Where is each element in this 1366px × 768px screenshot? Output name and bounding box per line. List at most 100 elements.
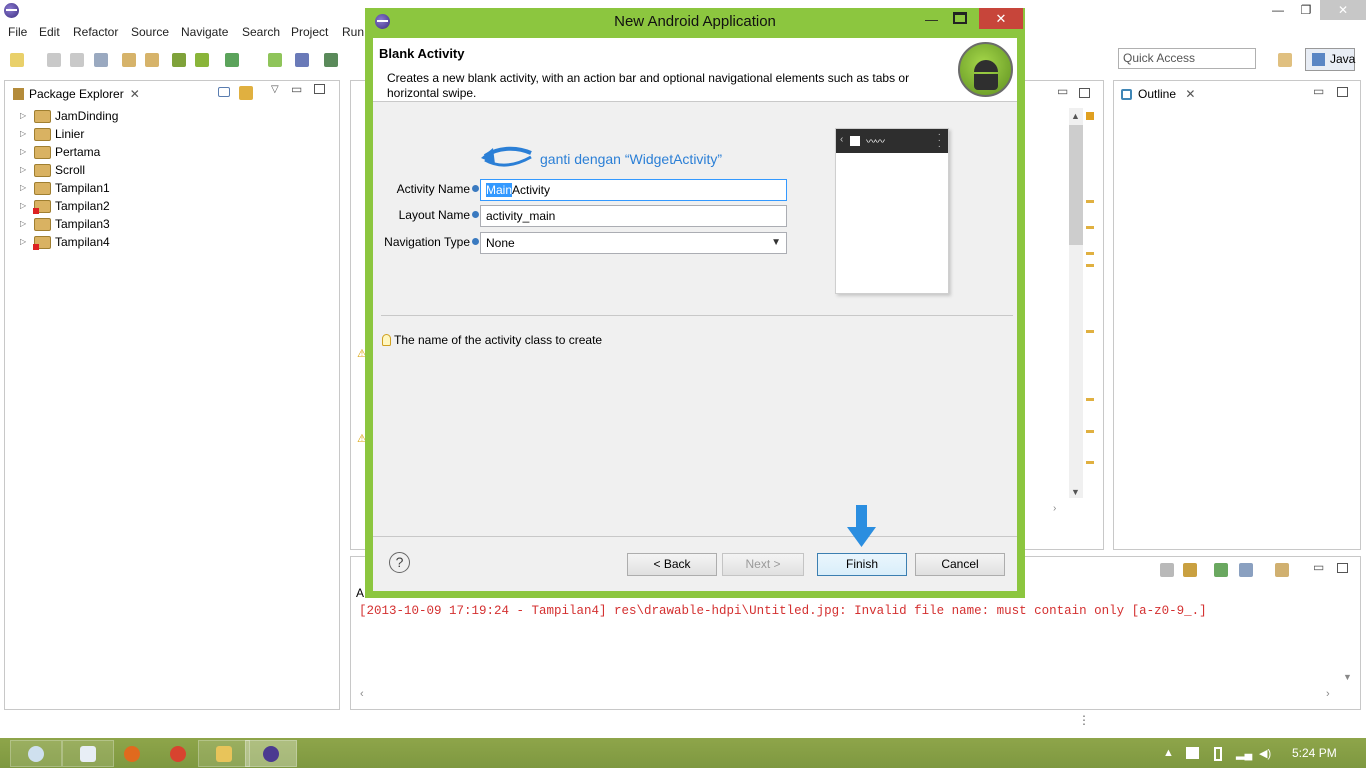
menu-file[interactable]: File	[8, 25, 27, 39]
expand-icon[interactable]: ▷	[20, 183, 28, 193]
editor-scrollbar-thumb[interactable]	[1069, 125, 1083, 245]
print-icon[interactable]	[94, 53, 108, 67]
battery-icon[interactable]	[1214, 747, 1222, 761]
tree-item-tampilan2[interactable]: ▷ Tampilan2	[20, 199, 110, 216]
avd-manager-icon[interactable]	[195, 53, 209, 67]
expand-icon[interactable]: ▷	[20, 219, 28, 229]
open-resource-icon[interactable]	[145, 53, 159, 67]
expand-icon[interactable]: ▷	[20, 111, 28, 121]
open-type-icon[interactable]	[122, 53, 136, 67]
package-explorer-tab[interactable]: Package Explorer ✕	[8, 83, 140, 105]
maximize-view-icon[interactable]	[1337, 563, 1348, 573]
scroll-down-icon[interactable]: ▼	[1071, 487, 1080, 497]
warning-marker[interactable]	[1086, 252, 1094, 255]
skip-breakpoints-icon[interactable]	[295, 53, 309, 67]
activity-name-input[interactable]: MainActivity	[480, 179, 787, 201]
maximize-view-icon[interactable]	[314, 84, 325, 94]
debug-icon[interactable]	[324, 53, 338, 67]
pin-console-icon[interactable]	[1214, 563, 1228, 577]
restore-icon[interactable]: ❐	[1292, 0, 1320, 20]
maximize-icon[interactable]	[953, 12, 967, 24]
taskbar-app[interactable]	[10, 740, 62, 767]
warning-marker[interactable]	[1086, 398, 1094, 401]
tree-item-linier[interactable]: ▷ Linier	[20, 127, 84, 144]
chrome-icon[interactable]	[152, 740, 204, 767]
save-icon[interactable]	[47, 53, 61, 67]
minimize-view-icon[interactable]: ▭	[1313, 560, 1324, 574]
tree-item-scroll[interactable]: ▷ Scroll	[20, 163, 85, 180]
menu-refactor[interactable]: Refactor	[73, 25, 118, 39]
close-icon[interactable]: ✕	[1185, 87, 1195, 101]
network-icon[interactable]: ▂▄	[1236, 747, 1252, 760]
warning-marker[interactable]	[1086, 330, 1094, 333]
tree-item-tampilan4[interactable]: ▷ Tampilan4	[20, 235, 110, 252]
eclipse-app-icon[interactable]	[4, 3, 19, 18]
minimize-icon[interactable]: —	[1264, 0, 1292, 20]
new-android-project-icon[interactable]	[268, 53, 282, 67]
volume-icon[interactable]: ◀)	[1259, 747, 1271, 760]
file-explorer-icon[interactable]	[198, 740, 250, 767]
expand-icon[interactable]: ▷	[20, 201, 28, 211]
navigation-type-select[interactable]: None ▼	[480, 232, 787, 254]
menu-source[interactable]: Source	[131, 25, 169, 39]
tree-item-tampilan1[interactable]: ▷ Tampilan1	[20, 181, 110, 198]
show-hidden-icons-icon[interactable]: ▲	[1163, 747, 1175, 759]
warning-marker[interactable]	[1086, 461, 1094, 464]
tree-item-pertama[interactable]: ▷ Pertama	[20, 145, 100, 162]
close-icon[interactable]: ✕	[1320, 0, 1366, 20]
tree-item-tampilan3[interactable]: ▷ Tampilan3	[20, 217, 110, 234]
collapse-all-icon[interactable]	[218, 87, 230, 97]
open-perspective-icon[interactable]	[1278, 53, 1292, 67]
minimize-icon[interactable]: —	[925, 12, 941, 27]
clock[interactable]: 5:24 PM	[1292, 746, 1337, 760]
warning-marker[interactable]	[1086, 430, 1094, 433]
menu-navigate[interactable]: Navigate	[181, 25, 228, 39]
cancel-button[interactable]: Cancel	[915, 553, 1005, 576]
eclipse-taskbar-icon[interactable]	[245, 740, 297, 767]
next-button[interactable]: Next >	[722, 553, 804, 576]
scroll-right-icon[interactable]: ›	[1053, 503, 1056, 514]
outline-tab[interactable]: Outline ✕	[1118, 84, 1195, 104]
new-icon[interactable]	[10, 53, 24, 67]
expand-icon[interactable]: ▷	[20, 129, 28, 139]
link-with-editor-icon[interactable]	[239, 86, 253, 100]
finish-button[interactable]: Finish	[817, 553, 907, 576]
scroll-left-icon[interactable]: ‹	[360, 688, 364, 700]
tree-item-jamdinding[interactable]: ▷ JamDinding	[20, 109, 118, 126]
java-perspective-button[interactable]: Java	[1305, 48, 1355, 71]
warning-marker[interactable]	[1086, 226, 1094, 229]
maximize-view-icon[interactable]	[1337, 87, 1348, 97]
view-menu-icon[interactable]: ▽	[271, 84, 279, 95]
expand-icon[interactable]: ▷	[20, 147, 28, 157]
warning-marker[interactable]	[1086, 264, 1094, 267]
quick-access-input[interactable]: Quick Access	[1118, 48, 1256, 69]
menu-search[interactable]: Search	[242, 25, 280, 39]
help-icon[interactable]: ?	[389, 552, 410, 573]
menu-run[interactable]: Run	[342, 25, 364, 39]
dialog-title-bar[interactable]: New Android Application — ✕	[365, 8, 1025, 36]
firefox-icon[interactable]	[106, 740, 158, 767]
scroll-down-icon[interactable]: ▼	[1343, 672, 1352, 682]
android-sdk-icon[interactable]	[172, 53, 186, 67]
minimize-view-icon[interactable]: ▭	[1057, 84, 1068, 98]
layout-name-input[interactable]: activity_main	[480, 205, 787, 227]
lint-icon[interactable]	[225, 53, 239, 67]
scroll-lock-icon[interactable]	[1183, 563, 1197, 577]
close-icon[interactable]: ✕	[979, 8, 1023, 29]
minimize-view-icon[interactable]: ▭	[291, 82, 302, 96]
drag-handle[interactable]: ⋮	[1078, 714, 1090, 726]
clear-console-icon[interactable]	[1160, 563, 1174, 577]
menu-edit[interactable]: Edit	[39, 25, 60, 39]
open-console-icon[interactable]	[1275, 563, 1289, 577]
back-button[interactable]: < Back	[627, 553, 717, 576]
save-all-icon[interactable]	[70, 53, 84, 67]
action-center-icon[interactable]	[1186, 747, 1199, 759]
close-icon[interactable]: ✕	[130, 87, 140, 101]
minimize-view-icon[interactable]: ▭	[1313, 84, 1324, 98]
scroll-up-icon[interactable]: ▲	[1071, 111, 1080, 121]
scroll-right-icon[interactable]: ›	[1326, 688, 1330, 700]
display-console-icon[interactable]	[1239, 563, 1253, 577]
maximize-view-icon[interactable]	[1079, 88, 1090, 98]
menu-project[interactable]: Project	[291, 25, 328, 39]
console-tab-fragment[interactable]: A	[356, 586, 364, 600]
